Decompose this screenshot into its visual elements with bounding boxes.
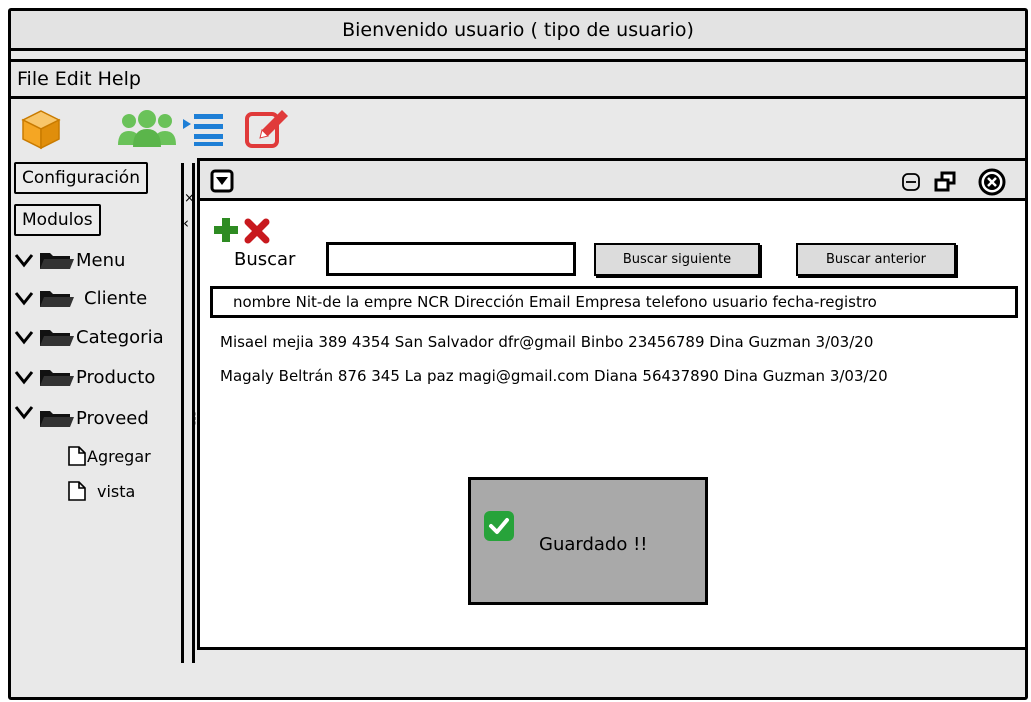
menu-file[interactable]: File [17, 68, 49, 90]
menu-edit[interactable]: Edit [55, 68, 92, 90]
minimize-icon[interactable] [901, 172, 921, 196]
modulos-button[interactable]: Modulos [14, 204, 101, 236]
chevron-down-icon [14, 371, 34, 385]
configuracion-label: Configuración [22, 168, 140, 188]
chevron-down-icon [14, 292, 34, 306]
chevron-down-icon [14, 331, 34, 345]
table-header: nombre Nit-de la empre NCR Dirección Ema… [210, 286, 1018, 318]
configuracion-button[interactable]: Configuración [14, 162, 148, 194]
search-prev-label: Buscar anterior [825, 252, 927, 267]
delete-icon[interactable] [244, 218, 270, 248]
tree-item-label: Cliente [84, 287, 148, 309]
title-bar: Bienvenido usuario ( tipo de usuario) [11, 11, 1025, 51]
saved-dialog: Guardado !! [468, 477, 708, 605]
edit-icon[interactable] [243, 106, 291, 152]
restore-icon[interactable] [933, 171, 957, 197]
collapse-right-icon[interactable]: × [184, 191, 195, 206]
check-icon [483, 510, 515, 546]
table-row[interactable]: Misael mejia 389 4354 San Salvador dfr@g… [220, 333, 873, 351]
chevron-down-icon [14, 406, 34, 420]
table-row-text: Magaly Beltrán 876 345 La paz magi@gmail… [220, 367, 888, 385]
close-icon[interactable] [977, 167, 1007, 201]
subitem-agregar[interactable]: Agregar [67, 445, 151, 467]
app-window: Bienvenido usuario ( tipo de usuario) Fi… [8, 8, 1028, 700]
add-icon[interactable] [212, 216, 240, 248]
dropdown-icon[interactable] [210, 169, 234, 197]
folder-icon [40, 411, 74, 427]
search-label: Buscar [234, 249, 296, 270]
menu-bar: File Edit Help [11, 59, 1025, 99]
users-icon[interactable] [115, 106, 179, 152]
tree-item-proveed[interactable]: Proveed [14, 406, 149, 429]
tree-item-cliente[interactable]: Cliente [14, 287, 147, 309]
table-header-text: nombre Nit-de la empre NCR Dirección Ema… [233, 293, 877, 311]
table-row[interactable]: Magaly Beltrán 876 345 La paz magi@gmail… [220, 367, 888, 385]
tree-item-label: Menu [76, 249, 126, 271]
dialog-message: Guardado !! [539, 534, 648, 555]
modulos-label: Modulos [22, 210, 93, 230]
folder-icon [40, 291, 74, 307]
tree-item-label: Categoria [76, 326, 164, 348]
subitem-label: vista [97, 481, 136, 501]
search-input[interactable] [326, 242, 576, 276]
search-next-label: Buscar siguiente [622, 252, 732, 267]
tree-item-label: Proveed [76, 407, 149, 429]
table-row-text: Misael mejia 389 4354 San Salvador dfr@g… [220, 333, 874, 351]
document-icon [68, 481, 86, 501]
inner-title-bar [200, 161, 1025, 201]
search-next-button[interactable]: Buscar siguiente [594, 243, 760, 276]
list-icon[interactable] [179, 106, 227, 152]
subitem-label: Agregar [87, 446, 151, 466]
inner-window: Buscar Buscar siguiente Buscar anterior … [197, 158, 1025, 650]
chevron-down-icon [14, 254, 34, 268]
search-prev-button[interactable]: Buscar anterior [796, 243, 956, 276]
toolbar [11, 106, 331, 156]
collapse-left-icon[interactable]: ‹ [183, 214, 189, 232]
folder-icon [40, 370, 74, 386]
window-title: Bienvenido usuario ( tipo de usuario) [342, 18, 694, 41]
tree-item-producto[interactable]: Producto [14, 366, 155, 388]
tree-item-categoria[interactable]: Categoria [14, 326, 164, 348]
folder-icon [40, 330, 74, 346]
cube-icon[interactable] [17, 106, 65, 152]
folder-icon [40, 253, 74, 269]
subitem-vista[interactable]: vista [67, 480, 135, 502]
splitter-line [181, 163, 184, 663]
document-icon [68, 446, 86, 466]
tree-item-menu[interactable]: Menu [14, 249, 125, 271]
menu-help[interactable]: Help [98, 68, 141, 90]
tree-item-label: Producto [76, 366, 156, 388]
